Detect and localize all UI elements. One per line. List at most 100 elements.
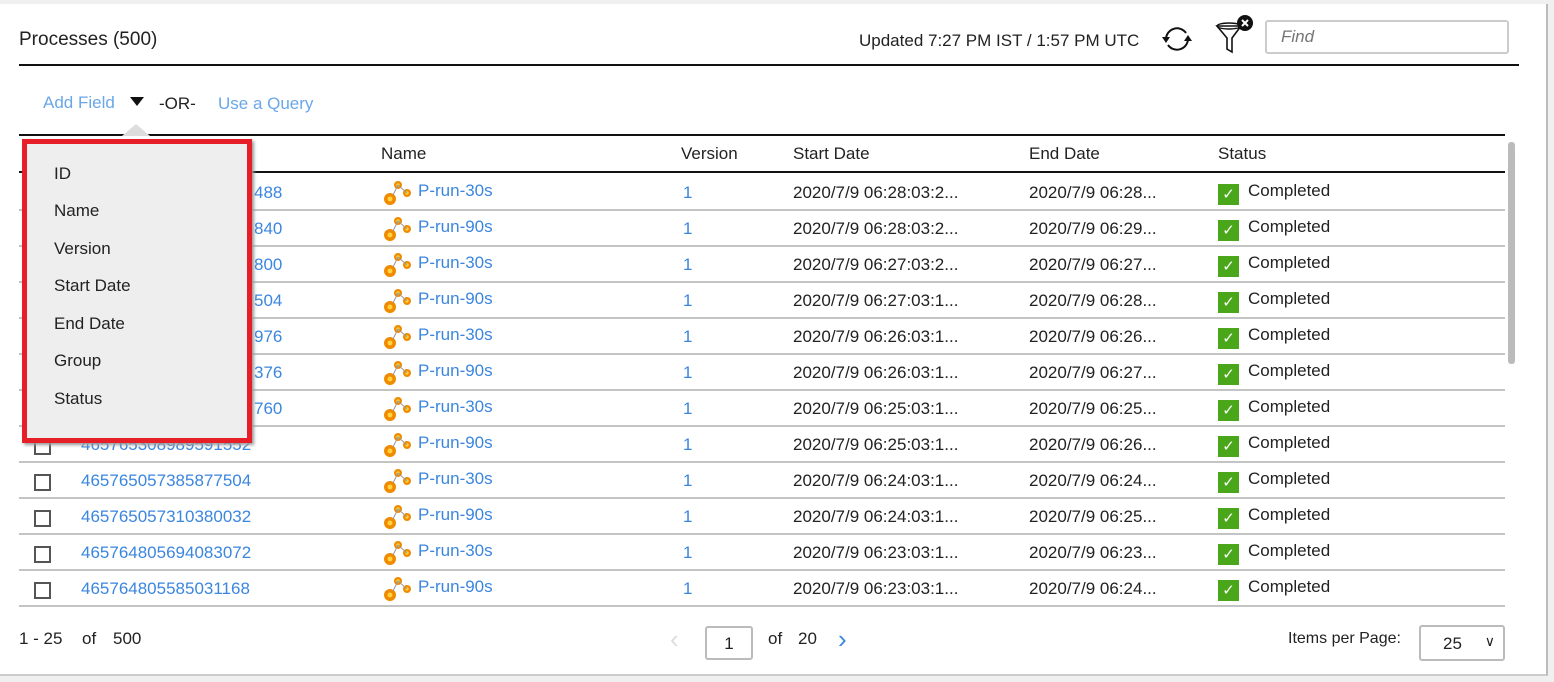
start-date: 2020/7/9 06:25:03:1...	[793, 399, 959, 418]
end-date: 2020/7/9 06:25...	[1029, 399, 1157, 418]
process-name-link[interactable]: P-run-90s	[418, 433, 493, 453]
process-name-link[interactable]: P-run-30s	[418, 325, 493, 345]
status-text: Completed	[1248, 217, 1331, 236]
range-of: of	[82, 629, 97, 648]
row-checkbox[interactable]	[34, 474, 51, 491]
range-label: 1 - 25	[19, 629, 63, 648]
col-version[interactable]: Version	[681, 144, 738, 164]
completed-check-icon: ✓	[1218, 328, 1239, 349]
completed-check-icon: ✓	[1218, 580, 1239, 601]
end-date: 2020/7/9 06:24...	[1029, 471, 1157, 490]
status-text: Completed	[1248, 325, 1331, 344]
completed-check-icon: ✓	[1218, 364, 1239, 385]
process-id-link[interactable]: 976	[254, 327, 282, 347]
col-status[interactable]: Status	[1218, 144, 1266, 164]
process-id-link[interactable]: 800	[254, 255, 282, 275]
process-gears-icon	[381, 358, 413, 393]
dropdown-pointer	[122, 124, 150, 136]
next-page-icon[interactable]: ›	[838, 624, 847, 655]
version-link[interactable]: 1	[683, 543, 692, 563]
version-link[interactable]: 1	[683, 471, 692, 491]
caret-down-icon[interactable]	[130, 97, 144, 106]
items-per-page-value: 25	[1443, 634, 1462, 653]
menu-item-id[interactable]: ID	[54, 164, 71, 184]
row-checkbox[interactable]	[34, 546, 51, 563]
process-name-link[interactable]: P-run-30s	[418, 253, 493, 273]
col-end-date[interactable]: End Date	[1029, 144, 1100, 164]
process-gears-icon	[381, 466, 413, 501]
process-gears-icon	[381, 250, 413, 285]
process-gears-icon	[381, 178, 413, 213]
items-per-page-select[interactable]: 25 ∨	[1419, 625, 1505, 661]
menu-item-status[interactable]: Status	[54, 389, 102, 409]
version-link[interactable]: 1	[683, 507, 692, 527]
process-id-link[interactable]: 488	[254, 183, 282, 203]
page-of: of	[768, 629, 783, 648]
version-link[interactable]: 1	[683, 255, 692, 275]
table-row[interactable]: 465764805585031168 P-run-90s 1 2020/7/9 …	[19, 571, 1505, 607]
process-gears-icon	[381, 322, 413, 357]
process-id-link[interactable]: 465764805694083072	[81, 543, 251, 563]
completed-check-icon: ✓	[1218, 472, 1239, 493]
find-input[interactable]	[1265, 20, 1509, 54]
process-id-link[interactable]: 840	[254, 219, 282, 239]
col-start-date[interactable]: Start Date	[793, 144, 870, 164]
process-id-link[interactable]: 465765057310380032	[81, 507, 251, 527]
process-gears-icon	[381, 430, 413, 465]
start-date: 2020/7/9 06:26:03:1...	[793, 327, 959, 346]
refresh-icon[interactable]	[1160, 24, 1194, 54]
scrollbar[interactable]	[1508, 142, 1515, 364]
version-link[interactable]: 1	[683, 327, 692, 347]
prev-page-icon[interactable]: ‹	[670, 624, 679, 655]
menu-item-version[interactable]: Version	[54, 239, 111, 259]
add-field-link[interactable]: Add Field	[43, 93, 115, 113]
completed-check-icon: ✓	[1218, 544, 1239, 565]
version-link[interactable]: 1	[683, 291, 692, 311]
header-divider	[19, 64, 1519, 66]
status-text: Completed	[1248, 253, 1331, 272]
version-link[interactable]: 1	[683, 579, 692, 599]
status-text: Completed	[1248, 433, 1331, 452]
process-name-link[interactable]: P-run-90s	[418, 289, 493, 309]
process-id-link[interactable]: 465764805585031168	[81, 579, 250, 599]
use-query-link[interactable]: Use a Query	[218, 94, 313, 114]
process-id-link[interactable]: 504	[254, 291, 282, 311]
end-date: 2020/7/9 06:23...	[1029, 543, 1157, 562]
menu-item-end-date[interactable]: End Date	[54, 314, 125, 334]
col-name[interactable]: Name	[381, 144, 426, 164]
row-checkbox[interactable]	[34, 582, 51, 599]
menu-item-start-date[interactable]: Start Date	[54, 276, 131, 296]
row-checkbox[interactable]	[34, 510, 51, 527]
process-name-link[interactable]: P-run-30s	[418, 469, 493, 489]
start-date: 2020/7/9 06:27:03:2...	[793, 255, 959, 274]
items-per-page-label: Items per Page:	[1288, 630, 1401, 647]
process-name-link[interactable]: P-run-30s	[418, 181, 493, 201]
process-name-link[interactable]: P-run-30s	[418, 397, 493, 417]
page-title: Processes (500)	[19, 29, 158, 50]
table-row[interactable]: 465765057385877504 P-run-30s 1 2020/7/9 …	[19, 463, 1505, 499]
version-link[interactable]: 1	[683, 183, 692, 203]
clear-filter-icon[interactable]	[1214, 14, 1256, 56]
completed-check-icon: ✓	[1218, 508, 1239, 529]
version-link[interactable]: 1	[683, 435, 692, 455]
version-link[interactable]: 1	[683, 363, 692, 383]
completed-check-icon: ✓	[1218, 436, 1239, 457]
process-name-link[interactable]: P-run-30s	[418, 541, 493, 561]
process-name-link[interactable]: P-run-90s	[418, 217, 493, 237]
version-link[interactable]: 1	[683, 219, 692, 239]
end-date: 2020/7/9 06:24...	[1029, 579, 1157, 598]
process-id-link[interactable]: 465765057385877504	[81, 471, 251, 491]
page-input[interactable]: 1	[705, 626, 753, 660]
menu-item-name[interactable]: Name	[54, 201, 99, 221]
process-id-link[interactable]: 376	[254, 363, 282, 383]
completed-check-icon: ✓	[1218, 220, 1239, 241]
table-row[interactable]: 465764805694083072 P-run-30s 1 2020/7/9 …	[19, 535, 1505, 571]
menu-item-group[interactable]: Group	[54, 351, 101, 371]
process-id-link[interactable]: 760	[254, 399, 282, 419]
chevron-down-icon: ∨	[1484, 633, 1495, 649]
process-name-link[interactable]: P-run-90s	[418, 577, 493, 597]
process-name-link[interactable]: P-run-90s	[418, 505, 493, 525]
version-link[interactable]: 1	[683, 399, 692, 419]
table-row[interactable]: 465765057310380032 P-run-90s 1 2020/7/9 …	[19, 499, 1505, 535]
process-name-link[interactable]: P-run-90s	[418, 361, 493, 381]
